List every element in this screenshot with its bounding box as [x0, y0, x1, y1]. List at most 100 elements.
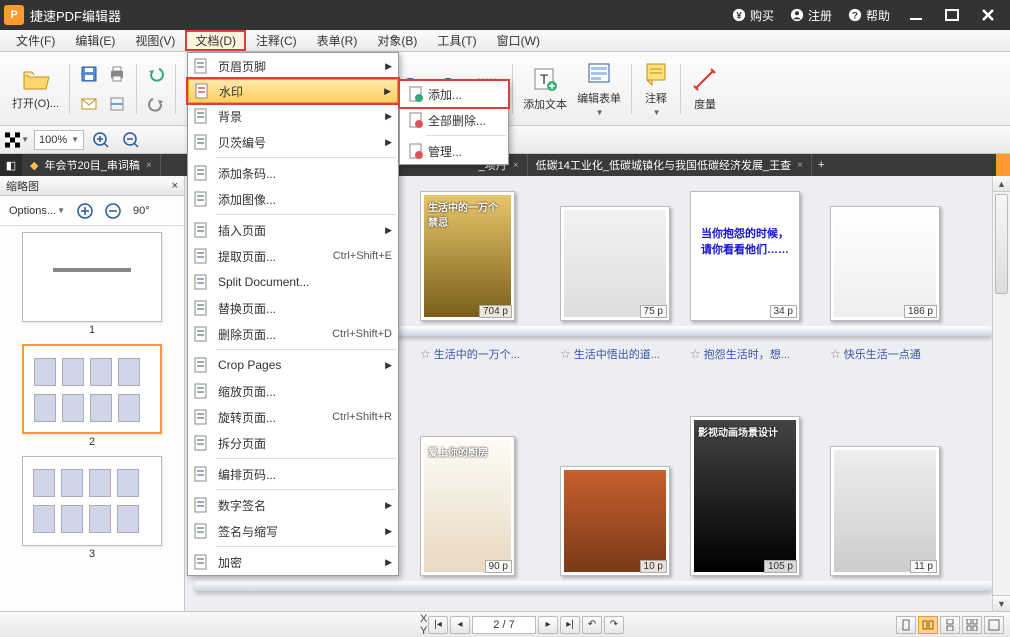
open-button[interactable]: 打开(O)... [8, 65, 63, 113]
book-caption-4[interactable]: ☆快乐生活一点通 [830, 346, 921, 362]
menu-item-Split Document...[interactable]: Split Document... [188, 269, 398, 295]
book-7[interactable]: 影视动画场景设计105 p [690, 416, 800, 576]
prev-page-button[interactable]: ◂ [450, 616, 470, 634]
submenu-item-添加...[interactable]: 添加... [400, 81, 508, 107]
register-button[interactable]: 注册 [782, 0, 840, 30]
menu-item-编排页码...[interactable]: 编排页码... [188, 461, 398, 487]
add-text-button[interactable]: T 添加文本 [519, 64, 571, 114]
zoom-combo[interactable]: 100% ▼ [34, 130, 84, 150]
thumbnail-3[interactable]: 3 [22, 456, 162, 560]
thumb-rotate-button[interactable]: 90° [128, 204, 155, 218]
menu-item-贝茨编号[interactable]: 贝茨编号▶ [188, 129, 398, 155]
menu-item-添加条码...[interactable]: 添加条码... [188, 160, 398, 186]
minimize-button[interactable] [898, 0, 934, 30]
scan-button[interactable] [104, 91, 130, 117]
tab-3[interactable]: 低碳14工业化_低碳城镇化与我国低碳经济发展_王查× [528, 154, 812, 176]
submenu-item-全部删除...[interactable]: 全部删除... [400, 107, 508, 133]
tab-2-close[interactable]: × [513, 160, 519, 171]
menu-item-删除页面...[interactable]: 删除页面...Ctrl+Shift+D [188, 321, 398, 347]
next-page-button[interactable]: ▸ [538, 616, 558, 634]
first-page-button[interactable]: |◂ [428, 616, 448, 634]
book-8[interactable]: 11 p [830, 446, 940, 576]
menu-item-旋转页面...[interactable]: 旋转页面...Ctrl+Shift+R [188, 404, 398, 430]
page-indicator[interactable]: 2 / 7 [472, 616, 536, 634]
submenu-item-管理...[interactable]: 管理... [400, 138, 508, 164]
last-page-button[interactable]: ▸| [560, 616, 580, 634]
nav-fwd-button[interactable]: ↷ [604, 616, 624, 634]
book-1[interactable]: 生活中的一万个禁忌704 p [420, 191, 515, 321]
scroll-up-button[interactable]: ▲ [993, 176, 1010, 192]
menu-工具(T)[interactable]: 工具(T) [427, 30, 486, 51]
book-caption-2[interactable]: ☆生活中悟出的道... [560, 346, 660, 362]
menu-item-添加图像...[interactable]: 添加图像... [188, 186, 398, 212]
menu-item-替换页面...[interactable]: 替换页面... [188, 295, 398, 321]
menu-item-加密[interactable]: 加密▶ [188, 549, 398, 575]
menu-表单(R)[interactable]: 表单(R) [307, 30, 368, 51]
email-button[interactable] [76, 91, 102, 117]
tab-1[interactable]: ◆年会节20目_串词稿× [22, 154, 161, 176]
star-icon[interactable]: ☆ [830, 347, 841, 361]
menu-文件(F)[interactable]: 文件(F) [6, 30, 65, 51]
menu-对象(B)[interactable]: 对象(B) [367, 30, 427, 51]
tab-3-close[interactable]: × [797, 160, 803, 171]
book-3[interactable]: 当你抱怨的时候，请你看看他们……34 p [690, 191, 800, 321]
menu-编辑(E)[interactable]: 编辑(E) [65, 30, 125, 51]
tab-overflow[interactable] [996, 154, 1010, 176]
menu-item-页眉页脚[interactable]: 页眉页脚▶ [188, 53, 398, 79]
menu-文档(D)[interactable]: 文档(D) [185, 30, 246, 51]
menu-窗口(W)[interactable]: 窗口(W) [487, 30, 550, 51]
menu-item-插入页面[interactable]: 插入页面▶ [188, 217, 398, 243]
annotate-button[interactable]: 注释▼ [638, 58, 674, 119]
vertical-scrollbar[interactable]: ▲ ▼ [992, 176, 1010, 611]
save-button[interactable] [76, 61, 102, 87]
maximize-button[interactable] [934, 0, 970, 30]
menu-item-缩放页面...[interactable]: 缩放页面... [188, 378, 398, 404]
scroll-down-button[interactable]: ▼ [993, 595, 1010, 611]
tab-add-button[interactable]: + [812, 154, 830, 176]
redo-button[interactable] [143, 91, 169, 117]
undo-button[interactable] [143, 61, 169, 87]
thumbnail-1[interactable]: 1 [22, 232, 162, 336]
star-icon[interactable]: ☆ [560, 347, 571, 361]
menu-item-数字签名[interactable]: 数字签名▶ [188, 492, 398, 518]
menu-视图(V)[interactable]: 视图(V) [125, 30, 185, 51]
book-5[interactable]: 爱上你的厨房90 p [420, 436, 515, 576]
edit-form-button[interactable]: 编辑表单▼ [573, 58, 625, 119]
view-fullscreen[interactable] [984, 616, 1004, 634]
tab-home-button[interactable]: ◧ [0, 154, 22, 176]
menu-item-提取页面...[interactable]: 提取页面...Ctrl+Shift+E [188, 243, 398, 269]
help-button[interactable]: ? 帮助 [840, 0, 898, 30]
view-cont-facing[interactable] [962, 616, 982, 634]
view-facing[interactable] [918, 616, 938, 634]
star-icon[interactable]: ☆ [690, 347, 701, 361]
panel-close-icon[interactable]: × [172, 180, 178, 192]
print-button[interactable] [104, 61, 130, 87]
menu-item-签名与缩写[interactable]: 签名与缩写▶ [188, 518, 398, 544]
view-continuous[interactable] [940, 616, 960, 634]
nav-back-button[interactable]: ↶ [582, 616, 602, 634]
zoom-out-small[interactable] [118, 127, 144, 153]
tab-1-close[interactable]: × [146, 160, 152, 171]
thumb-zoom-out[interactable] [100, 198, 126, 224]
menu-注释(C)[interactable]: 注释(C) [246, 30, 307, 51]
scroll-thumb[interactable] [995, 194, 1008, 294]
thumbnail-2[interactable]: 2 [22, 344, 162, 448]
book-2[interactable]: 75 p [560, 206, 670, 321]
buy-button[interactable]: ¥ 购买 [724, 0, 782, 30]
book-6[interactable]: 10 p [560, 466, 670, 576]
close-button[interactable] [970, 0, 1006, 30]
menu-item-拆分页面[interactable]: 拆分页面 [188, 430, 398, 456]
menu-item-水印[interactable]: 水印▶ [188, 79, 398, 103]
view-single[interactable] [896, 616, 916, 634]
thumb-zoom-in[interactable] [72, 198, 98, 224]
menu-item-Crop Pages[interactable]: Crop Pages▶ [188, 352, 398, 378]
thumb-options-button[interactable]: Options...▼ [4, 204, 70, 218]
book-4[interactable]: 186 p [830, 206, 940, 321]
measure-button[interactable]: 度量 [687, 64, 723, 114]
menu-item-背景[interactable]: 背景▶ [188, 103, 398, 129]
pattern-button[interactable]: ▼ [4, 127, 30, 153]
book-caption-3[interactable]: ☆抱怨生活时，想... [690, 346, 790, 362]
zoom-in-small[interactable] [88, 127, 114, 153]
star-icon[interactable]: ☆ [420, 347, 431, 361]
book-caption-1[interactable]: ☆生活中的一万个... [420, 346, 520, 362]
